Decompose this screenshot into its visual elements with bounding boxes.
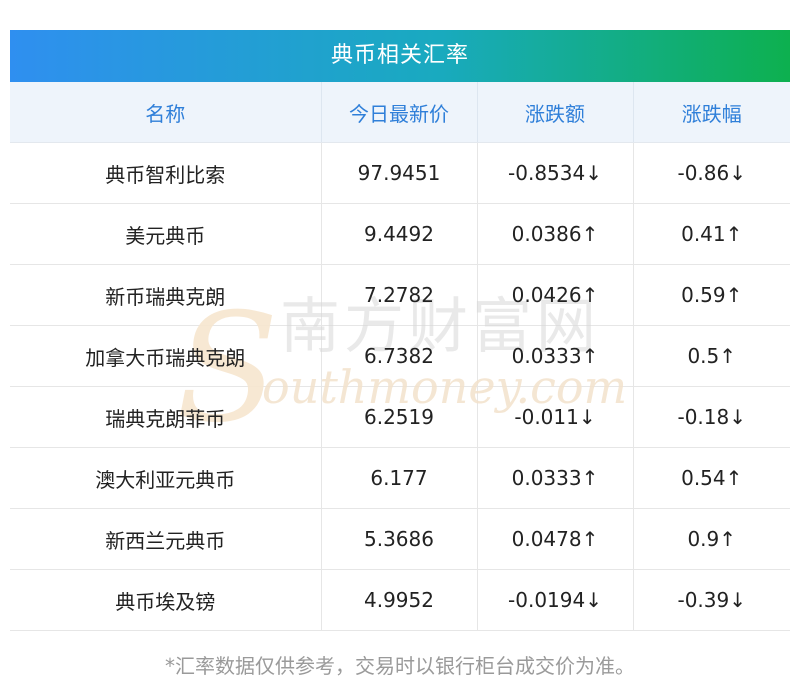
change-percent: 0.59↑ — [632, 264, 790, 326]
latest-price: 6.2519 — [320, 386, 477, 448]
pair-name: 美元典币 — [10, 203, 321, 265]
latest-price: 6.177 — [320, 447, 477, 509]
change-percent: -0.18↓ — [632, 386, 790, 448]
pair-name: 瑞典克朗菲币 — [10, 386, 321, 448]
table-header-row: 名称 今日最新价 涨跌额 涨跌幅 — [10, 82, 790, 143]
column-header-name: 名称 — [10, 82, 321, 143]
table-row[interactable]: 新币瑞典克朗 7.2782 0.0426↑ 0.59↑ — [10, 264, 790, 326]
rates-table: 名称 今日最新价 涨跌额 涨跌幅 典币智利比索 97.9451 -0.8534↓ -0… — [10, 82, 790, 631]
change-percent: 0.5↑ — [632, 325, 790, 387]
change-amount: -0.011↓ — [476, 386, 633, 448]
column-header-change: 涨跌额 — [476, 82, 633, 143]
change-amount: -0.8534↓ — [476, 142, 633, 204]
latest-price: 6.7382 — [320, 325, 477, 387]
change-percent: 0.41↑ — [632, 203, 790, 265]
change-percent: -0.86↓ — [632, 142, 790, 204]
rates-widget: 典币相关汇率 S 南方财富网 outhmoney.com 名称 今日最新价 涨跌… — [0, 0, 800, 697]
change-percent: -0.39↓ — [632, 569, 790, 631]
pair-name: 新西兰元典币 — [10, 508, 321, 570]
column-header-percent: 涨跌幅 — [632, 82, 790, 143]
column-header-price: 今日最新价 — [320, 82, 477, 143]
table-row[interactable]: 澳大利亚元典币 6.177 0.0333↑ 0.54↑ — [10, 447, 790, 509]
table-row[interactable]: 加拿大币瑞典克朗 6.7382 0.0333↑ 0.5↑ — [10, 325, 790, 387]
table-row[interactable]: 新西兰元典币 5.3686 0.0478↑ 0.9↑ — [10, 508, 790, 570]
table-body: 典币智利比索 97.9451 -0.8534↓ -0.86↓ 美元典币 9.4492 0.0… — [10, 142, 790, 631]
change-amount: 0.0478↑ — [476, 508, 633, 570]
table-row[interactable]: 瑞典克朗菲币 6.2519 -0.011↓ -0.18↓ — [10, 386, 790, 448]
pair-name: 澳大利亚元典币 — [10, 447, 321, 509]
table-row[interactable]: 美元典币 9.4492 0.0386↑ 0.41↑ — [10, 203, 790, 265]
change-amount: -0.0194↓ — [476, 569, 633, 631]
table-row[interactable]: 典币埃及镑 4.9952 -0.0194↓ -0.39↓ — [10, 569, 790, 631]
change-amount: 0.0386↑ — [476, 203, 633, 265]
disclaimer-footnote: *汇率数据仅供参考，交易时以银行柜台成交价为准。 — [165, 654, 635, 678]
widget-title: 典币相关汇率 — [10, 30, 790, 82]
latest-price: 4.9952 — [320, 569, 477, 631]
latest-price: 9.4492 — [320, 203, 477, 265]
change-percent: 0.9↑ — [632, 508, 790, 570]
latest-price: 97.9451 — [320, 142, 477, 204]
pair-name: 典币智利比索 — [10, 142, 321, 204]
change-amount: 0.0426↑ — [476, 264, 633, 326]
pair-name: 典币埃及镑 — [10, 569, 321, 631]
change-percent: 0.54↑ — [632, 447, 790, 509]
latest-price: 5.3686 — [320, 508, 477, 570]
pair-name: 加拿大币瑞典克朗 — [10, 325, 321, 387]
pair-name: 新币瑞典克朗 — [10, 264, 321, 326]
latest-price: 7.2782 — [320, 264, 477, 326]
change-amount: 0.0333↑ — [476, 447, 633, 509]
change-amount: 0.0333↑ — [476, 325, 633, 387]
table-row[interactable]: 典币智利比索 97.9451 -0.8534↓ -0.86↓ — [10, 142, 790, 204]
